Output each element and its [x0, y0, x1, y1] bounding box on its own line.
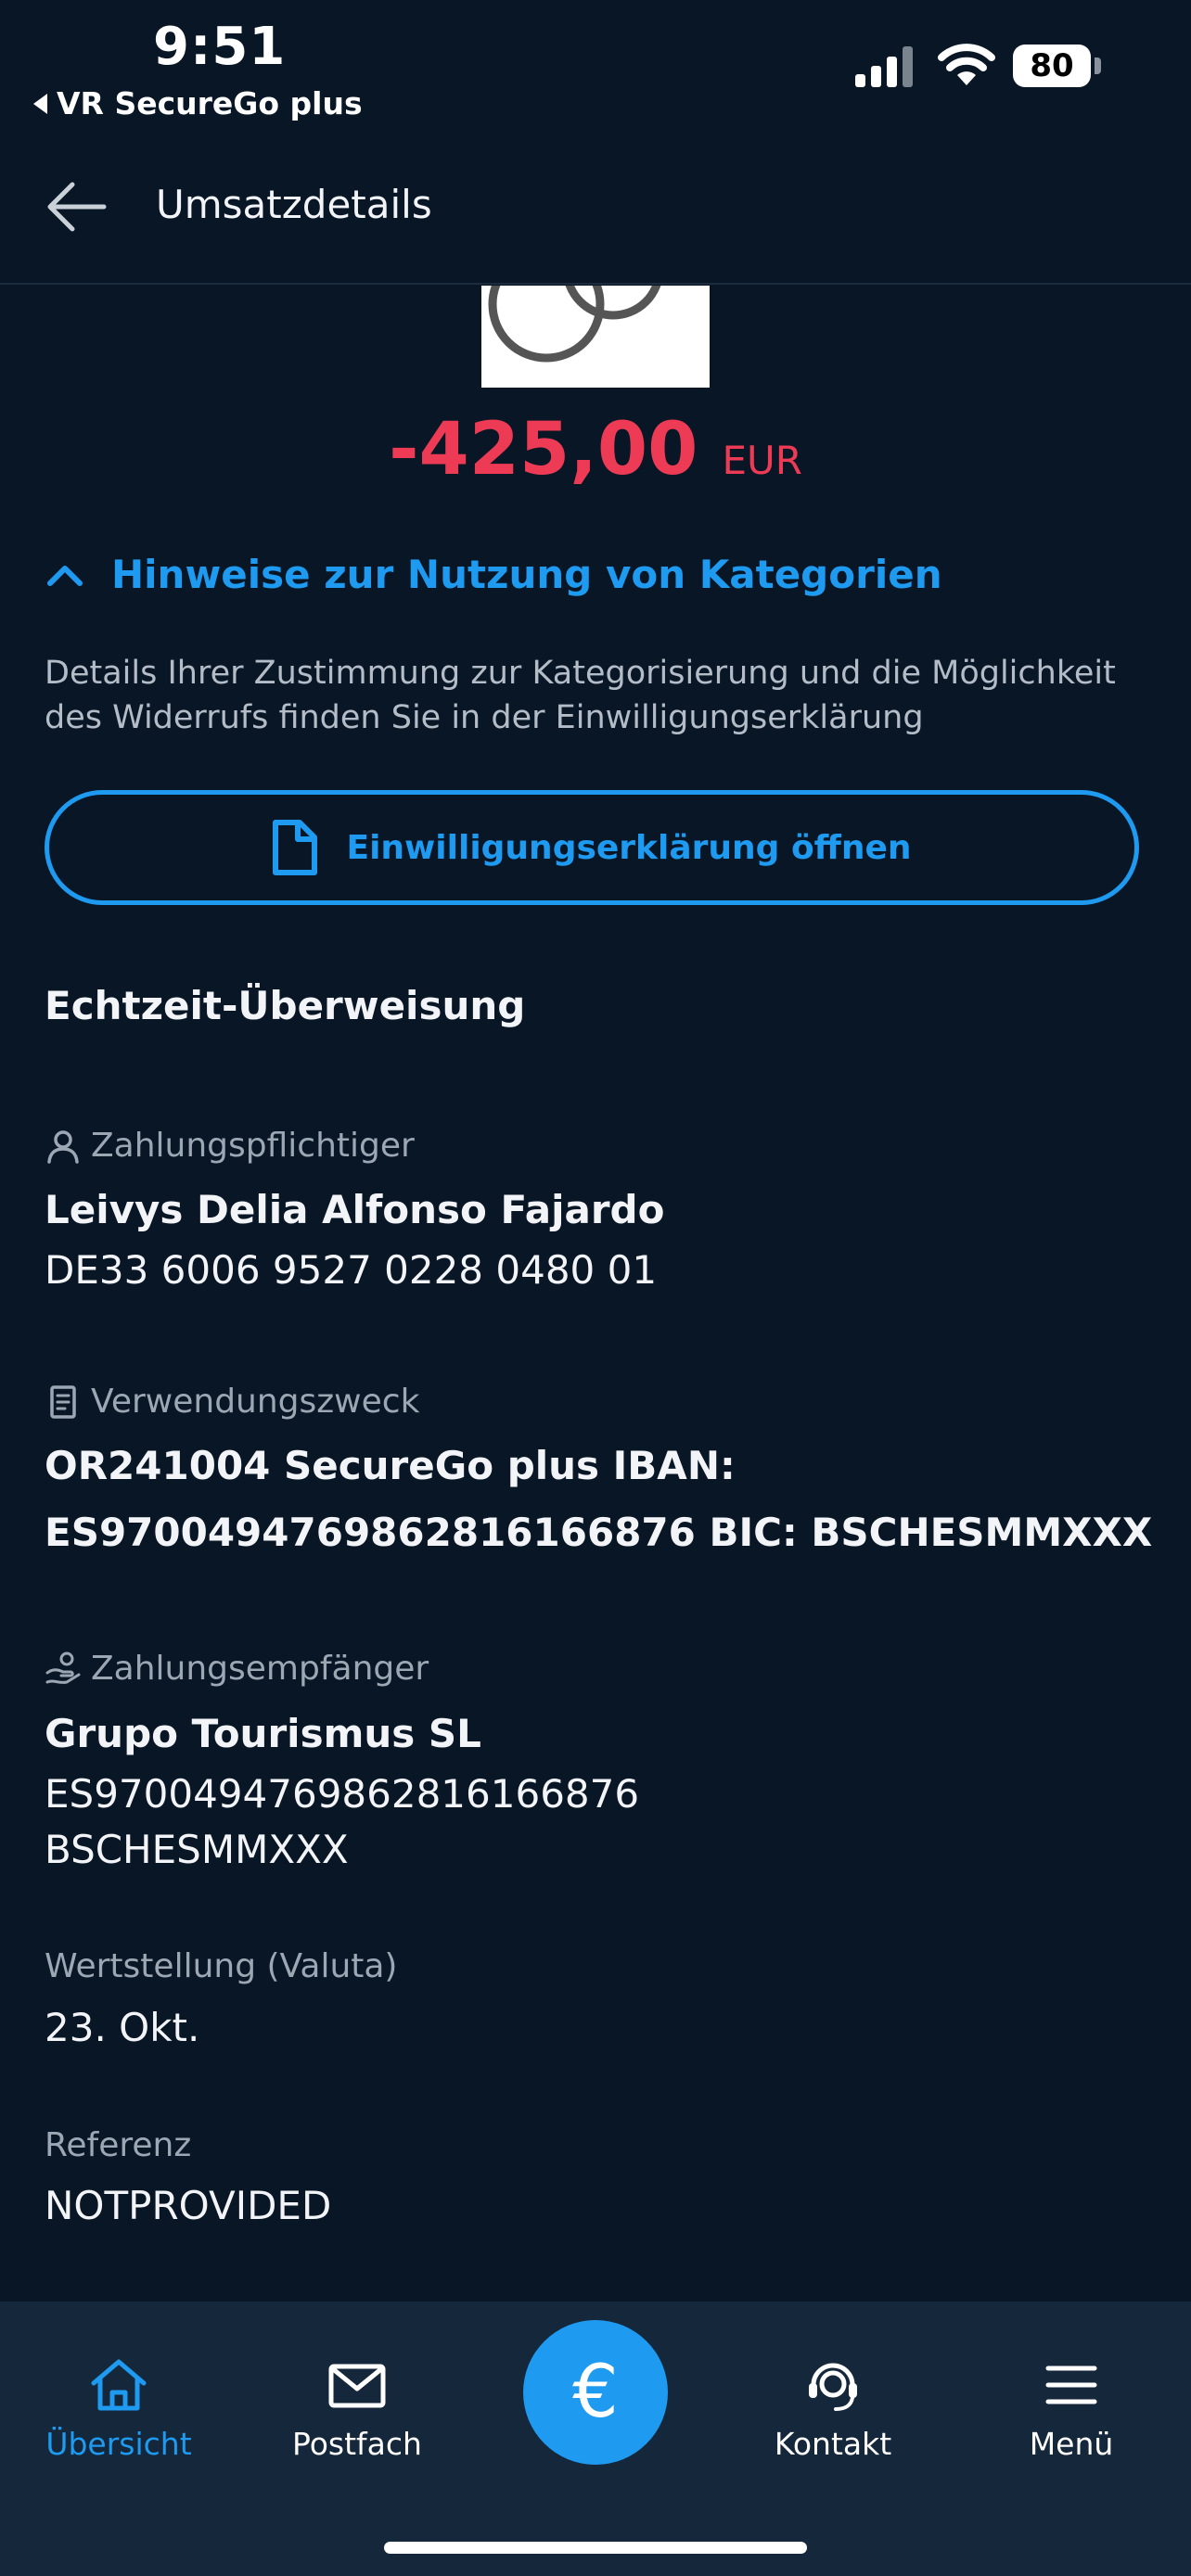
- purpose-line-2: ES9700494769862816166876 BIC: BSCHESMMXX…: [45, 1510, 1153, 1555]
- nav-overview-label: Übersicht: [45, 2426, 192, 2462]
- payer-label: Zahlungspflichtiger: [91, 1127, 415, 1165]
- battery-level: 80: [1030, 47, 1074, 84]
- back-to-app-link[interactable]: VR SecureGo plus: [33, 85, 363, 121]
- category-logo: [481, 286, 710, 388]
- back-app-label: VR SecureGo plus: [57, 85, 363, 121]
- status-time: 9:51: [153, 17, 287, 77]
- recipient-iban: ES9700494769862816166876: [45, 1771, 640, 1817]
- note-icon: [50, 1384, 76, 1419]
- receive-money-icon: [45, 1651, 81, 1684]
- recipient-label: Zahlungsempfänger: [91, 1650, 429, 1688]
- chevron-up-icon: [47, 565, 83, 586]
- person-icon: [47, 1129, 79, 1164]
- recipient-name: Grupo Tourismus SL: [45, 1711, 481, 1756]
- amount-currency: EUR: [722, 438, 802, 483]
- nav-mailbox[interactable]: Postfach: [264, 2357, 450, 2462]
- amount-value: -425,00: [389, 408, 698, 491]
- battery-tip: [1095, 57, 1101, 74]
- wifi-icon: [938, 44, 995, 85]
- open-consent-button[interactable]: Einwilligungserklärung öffnen: [45, 790, 1139, 905]
- reference-label: Referenz: [45, 2126, 192, 2164]
- document-icon: [273, 820, 318, 875]
- transfer-type: Echtzeit-Überweisung: [45, 983, 526, 1028]
- recipient-label-row: Zahlungsempfänger: [45, 1650, 429, 1688]
- reference-value: NOTPROVIDED: [45, 2183, 332, 2228]
- payer-label-row: Zahlungspflichtiger: [45, 1127, 415, 1165]
- nav-contact[interactable]: Kontakt: [740, 2357, 926, 2462]
- purpose-line-1: OR241004 SecureGo plus IBAN:: [45, 1443, 736, 1488]
- rings-icon: [488, 286, 661, 363]
- battery-indicator: 80: [1013, 45, 1102, 87]
- envelope-icon: [328, 2364, 386, 2408]
- open-consent-label: Einwilligungserklärung öffnen: [346, 828, 912, 867]
- home-icon: [91, 2359, 147, 2411]
- nav-contact-label: Kontakt: [774, 2426, 892, 2462]
- purpose-text: OR241004 SecureGo plus IBAN: ES970049476…: [45, 1433, 1152, 1566]
- back-triangle-icon: [33, 93, 47, 114]
- home-indicator: [384, 2542, 807, 2554]
- hint-description: Details Ihrer Zustimmung zur Kategorisie…: [45, 655, 1116, 736]
- nav-menu-label: Menü: [1029, 2426, 1114, 2462]
- nav-mailbox-label: Postfach: [292, 2426, 422, 2462]
- signal-icon: [855, 46, 913, 87]
- page-title: Umsatzdetails: [156, 182, 432, 227]
- transaction-amount: -425,00 EUR: [0, 408, 1191, 491]
- payer-iban: DE33 6006 9527 0228 0480 01: [45, 1247, 658, 1293]
- euro-icon: €: [572, 2351, 619, 2434]
- nav-overview[interactable]: Übersicht: [26, 2357, 211, 2462]
- value-date: 23. Okt.: [45, 2005, 200, 2050]
- headset-icon: [809, 2363, 857, 2411]
- back-arrow-icon[interactable]: [46, 181, 108, 233]
- value-date-label: Wertstellung (Valuta): [45, 1947, 398, 1985]
- nav-euro-button[interactable]: €: [523, 2320, 668, 2465]
- purpose-label-row: Verwendungszweck: [45, 1383, 419, 1421]
- header-divider: [0, 283, 1191, 285]
- hamburger-icon: [1045, 2366, 1097, 2404]
- nav-menu[interactable]: Menü: [979, 2357, 1164, 2462]
- category-hints-toggle[interactable]: Hinweise zur Nutzung von Kategorien: [46, 552, 942, 597]
- bottom-navigation: Übersicht Postfach € Kontakt Menü: [0, 2302, 1191, 2576]
- payer-name: Leivys Delia Alfonso Fajardo: [45, 1187, 665, 1232]
- recipient-bic: BSCHESMMXXX: [45, 1827, 349, 1872]
- hint-title: Hinweise zur Nutzung von Kategorien: [111, 552, 942, 597]
- purpose-label: Verwendungszweck: [91, 1383, 420, 1421]
